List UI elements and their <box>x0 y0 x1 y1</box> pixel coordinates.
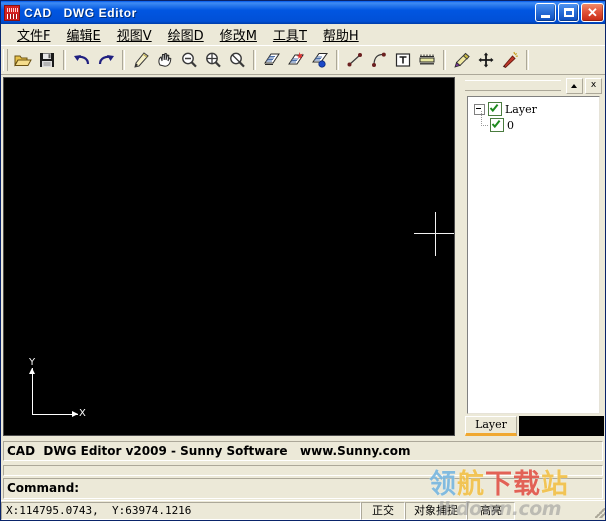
layer-visibility-checkbox[interactable] <box>490 118 504 132</box>
cad-app-icon <box>4 4 20 21</box>
ucs-x-label: X <box>79 408 86 419</box>
ucs-y-arrowhead <box>29 368 35 374</box>
dock-collapse-button[interactable] <box>566 77 583 94</box>
menu-item-view[interactable]: 视图V <box>109 23 160 46</box>
menu-item-help-accel: H <box>348 29 359 44</box>
layer-tree-item-0[interactable]: 0 <box>474 111 599 133</box>
menu-item-tools-label: 工具 <box>272 29 299 44</box>
ucs-y-label: Y <box>29 357 36 368</box>
layer-tree-item-0-label: 0 <box>507 118 514 132</box>
menu-item-modify-label: 修改 <box>219 29 246 44</box>
title-bar: CAD DWG Editor ✕ <box>1 1 605 24</box>
maximize-icon <box>564 8 574 17</box>
dimension-tool-icon[interactable] <box>415 48 439 72</box>
ucs-y-axis <box>32 368 33 414</box>
zoom-window-icon[interactable] <box>225 48 249 72</box>
menu-item-draw-accel: D <box>193 29 204 44</box>
window-controls: ✕ <box>535 3 604 22</box>
command-input[interactable]: Command: <box>3 478 603 499</box>
dock-tab-layer[interactable]: Layer <box>465 416 517 436</box>
close-icon: x <box>590 79 597 90</box>
layer-dock-panel: x Layer 0 Layer <box>463 77 604 436</box>
menu-item-view-accel: V <box>142 29 152 44</box>
dock-tab-filler <box>519 416 604 436</box>
menu-item-edit-label: 编辑 <box>66 29 93 44</box>
line-tool-icon[interactable] <box>343 48 367 72</box>
ucs-axis-icon: Y X <box>18 357 88 422</box>
resize-grip[interactable] <box>515 502 605 520</box>
zoom-extents-icon[interactable] <box>201 48 225 72</box>
menu-item-help[interactable]: 帮助H <box>315 23 367 46</box>
arc-tool-icon[interactable] <box>367 48 391 72</box>
menu-item-tools-accel: T <box>298 29 307 44</box>
crosshair-horizontal <box>414 233 454 234</box>
menu-item-edit-accel: E <box>92 29 101 44</box>
menu-item-modify-accel: M <box>245 29 257 44</box>
dock-close-button[interactable]: x <box>585 77 602 94</box>
menu-item-file[interactable]: 文件F <box>9 23 59 46</box>
layer-tree-root-label: Layer <box>505 102 537 116</box>
menu-item-view-label: 视图 <box>116 29 143 44</box>
toolbar-grip[interactable] <box>3 49 8 71</box>
layer-tree[interactable]: Layer 0 <box>467 96 600 414</box>
status-coordinates: X:114795.0743, Y:63974.1216 <box>1 501 361 520</box>
layer-properties-icon[interactable] <box>308 48 332 72</box>
draw-pencil-icon[interactable] <box>129 48 153 72</box>
crosshair-cursor <box>414 212 454 256</box>
menu-item-file-accel: F <box>43 29 51 44</box>
toolbar-separator <box>336 50 339 70</box>
menu-item-file-label: 文件 <box>17 29 44 44</box>
status-pane-highlight[interactable]: 高亮 <box>467 501 515 520</box>
toolbar-separator <box>122 50 125 70</box>
ucs-x-arrowhead <box>72 411 78 417</box>
chevron-up-icon <box>571 83 577 88</box>
status-bar: X:114795.0743, Y:63974.1216 正交 对象捕捉 高亮 <box>1 500 605 520</box>
layer-tree-root-row[interactable]: Layer <box>474 101 599 117</box>
menu-item-modify[interactable]: 修改M <box>212 23 265 46</box>
undo-icon[interactable] <box>70 48 94 72</box>
redo-icon[interactable] <box>94 48 118 72</box>
drawing-canvas[interactable]: Y X <box>3 77 455 436</box>
dock-title-bar: x <box>463 77 604 94</box>
product-info-text: CAD DWG Editor v2009 - Sunny Software ww… <box>3 441 603 461</box>
menu-item-help-label: 帮助 <box>322 29 349 44</box>
zoom-out-icon[interactable] <box>177 48 201 72</box>
window-title: CAD DWG Editor <box>24 5 137 20</box>
minimize-button[interactable] <box>535 3 556 22</box>
maximize-button[interactable] <box>558 3 579 22</box>
close-button[interactable]: ✕ <box>581 3 604 22</box>
new-layer-icon[interactable] <box>284 48 308 72</box>
layer-list-icon[interactable] <box>260 48 284 72</box>
menu-bar: 文件F 编辑E 视图V 绘图D 修改M 工具T 帮助H <box>1 23 605 46</box>
menu-item-draw[interactable]: 绘图D <box>160 23 212 46</box>
open-file-icon[interactable] <box>11 48 35 72</box>
crosshair-vertical <box>435 212 436 256</box>
close-icon: ✕ <box>587 5 598 20</box>
save-file-icon[interactable] <box>35 48 59 72</box>
menu-item-draw-label: 绘图 <box>167 29 194 44</box>
toolbar-separator <box>526 50 529 70</box>
menu-item-edit[interactable]: 编辑E <box>59 23 109 46</box>
command-history <box>3 465 603 476</box>
toolbar-separator <box>443 50 446 70</box>
main-toolbar <box>1 45 605 75</box>
menu-item-tools[interactable]: 工具T <box>265 23 315 46</box>
status-pane-ortho[interactable]: 正交 <box>361 501 405 520</box>
cad-application-window: CAD DWG Editor ✕ 文件F 编辑E 视图V 绘图D 修改M 工具T… <box>0 0 606 521</box>
collapse-minus-icon[interactable] <box>474 103 485 115</box>
move-icon[interactable] <box>474 48 498 72</box>
dock-drag-grip[interactable] <box>465 80 561 91</box>
toolbar-separator <box>253 50 256 70</box>
info-bar: CAD DWG Editor v2009 - Sunny Software ww… <box>1 438 605 464</box>
text-tool-icon[interactable] <box>391 48 415 72</box>
pan-hand-icon[interactable] <box>153 48 177 72</box>
edit-pen-icon[interactable] <box>450 48 474 72</box>
layer-visibility-checkbox[interactable] <box>488 102 502 116</box>
dock-tab-strip: Layer <box>463 414 604 436</box>
command-bar: Command: <box>1 464 605 501</box>
magic-wand-icon[interactable] <box>498 48 522 72</box>
minimize-icon <box>541 15 550 18</box>
status-pane-osnap[interactable]: 对象捕捉 <box>405 501 467 520</box>
toolbar-separator <box>63 50 66 70</box>
